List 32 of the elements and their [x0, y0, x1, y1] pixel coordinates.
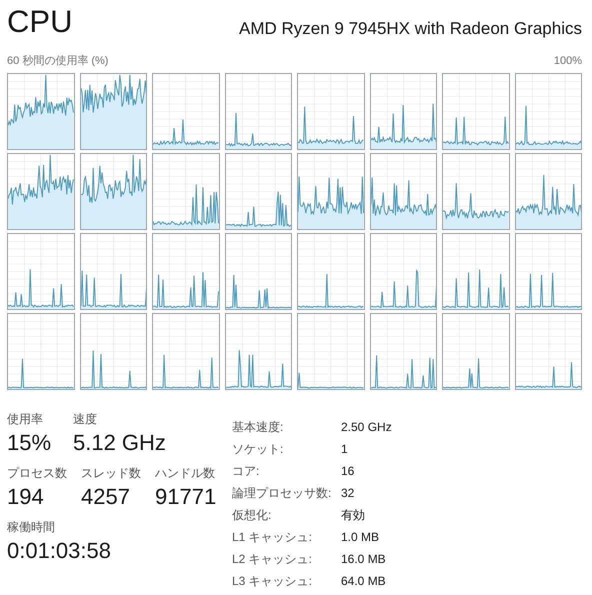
stat-label: ハンドル数 — [155, 464, 216, 482]
graph-caption: 60 秒間の使用率 (%) — [7, 54, 108, 69]
cpu-model: AMD Ryzen 9 7945HX with Radeon Graphics — [239, 18, 583, 40]
stat-value: 15% — [7, 428, 52, 456]
detail-label: ソケット: — [232, 440, 284, 458]
detail-value: 1.0 MB — [341, 528, 380, 546]
detail-value: 32 — [341, 484, 354, 502]
stat-label: 稼働時間 — [7, 518, 56, 536]
detail-label: 基本速度: — [232, 418, 284, 436]
detail-value: 2.50 GHz — [341, 418, 392, 436]
detail-value: 1 — [341, 440, 348, 458]
stat-value: 5.12 GHz — [73, 428, 166, 456]
stat-label: 使用率 — [7, 410, 44, 428]
stat-value: 0:01:03:58 — [7, 536, 111, 564]
stat-label: スレッド数 — [81, 464, 141, 482]
detail-label: L2 キャッシュ: — [232, 550, 314, 568]
stat-label: 速度 — [73, 410, 98, 428]
page-title: CPU — [7, 3, 72, 41]
detail-label: コア: — [232, 462, 260, 480]
graph-max-label: 100% — [554, 54, 583, 69]
stat-value: 4257 — [81, 482, 131, 510]
detail-value: 64.0 MB — [341, 572, 386, 590]
stat-value: 91771 — [155, 482, 216, 510]
detail-value: 16.0 MB — [341, 550, 386, 568]
detail-label: 論理プロセッサ数: — [232, 484, 332, 502]
detail-label: 仮想化: — [232, 506, 272, 524]
stat-label: プロセス数 — [7, 464, 67, 482]
detail-value: 有効 — [341, 506, 365, 524]
detail-label: L1 キャッシュ: — [232, 528, 314, 546]
detail-value: 16 — [341, 462, 354, 480]
stat-value: 194 — [7, 482, 45, 510]
detail-label: L3 キャッシュ: — [232, 572, 314, 590]
